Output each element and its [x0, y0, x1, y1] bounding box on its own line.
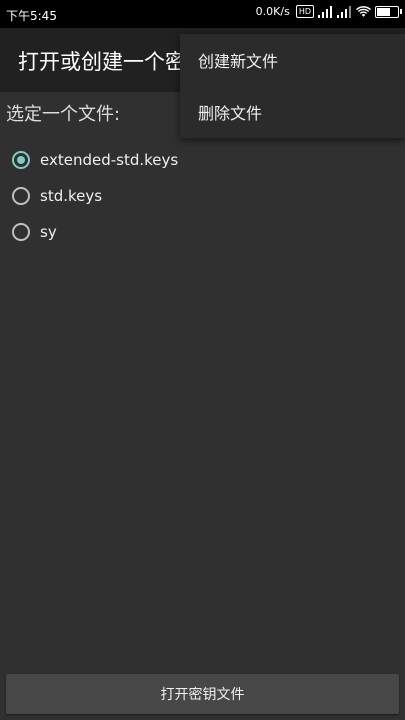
battery-fill [377, 7, 390, 16]
radio-option-std-keys[interactable]: std.keys [12, 178, 178, 214]
status-icons: 0.0K/s HD [255, 5, 402, 18]
radio-button-icon[interactable] [12, 223, 30, 241]
radio-button-icon[interactable] [12, 187, 30, 205]
radio-option-label: sy [40, 223, 57, 241]
menu-item-delete-file[interactable]: 删除文件 [180, 86, 405, 138]
network-speed: 0.0K/s [255, 5, 290, 18]
signal-icon [318, 5, 332, 18]
wifi-icon [356, 5, 371, 17]
open-key-file-button[interactable]: 打开密钥文件 [6, 674, 399, 714]
app-title: 打开或创建一个密 [18, 50, 180, 74]
battery-icon [375, 5, 402, 18]
radio-option-sy[interactable]: sy [12, 214, 178, 250]
overflow-menu: 创建新文件 删除文件 [180, 34, 405, 138]
file-radio-list: extended-std.keys std.keys sy [12, 142, 178, 250]
menu-item-create-file[interactable]: 创建新文件 [180, 34, 405, 86]
radio-button-icon[interactable] [12, 151, 30, 169]
radio-option-extended-std-keys[interactable]: extended-std.keys [12, 142, 178, 178]
signal-icon-2 [337, 5, 351, 18]
status-time: 下午5:45 [6, 9, 57, 23]
radio-option-label: std.keys [40, 187, 103, 205]
status-bar: 下午5:45 0.0K/s HD [0, 0, 405, 28]
radio-option-label: extended-std.keys [40, 151, 179, 169]
hd-badge: HD [295, 5, 314, 18]
select-file-label: 选定一个文件: [6, 104, 121, 125]
